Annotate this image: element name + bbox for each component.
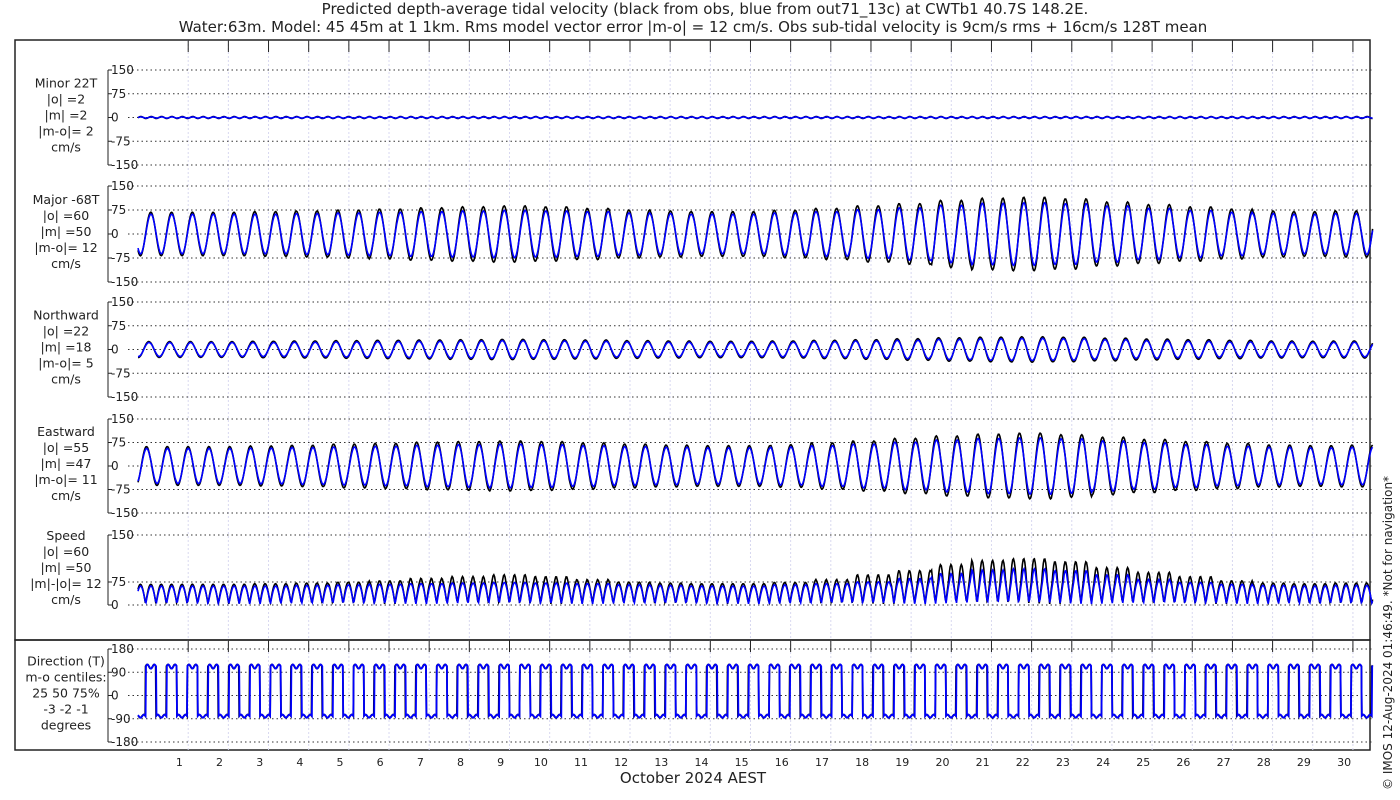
y-tick-label: 150 [111, 412, 134, 426]
x-tick-label: 7 [417, 756, 424, 769]
panel-label-northward: |m-o|= 5 [38, 356, 93, 371]
y-tick-label: 150 [111, 295, 134, 309]
x-tick-label: 27 [1217, 756, 1231, 769]
x-tick-label: 9 [497, 756, 504, 769]
y-tick-label: -180 [111, 735, 138, 749]
x-tick-label: 2 [216, 756, 223, 769]
y-tick-label: -75 [111, 134, 131, 148]
x-tick-label: 8 [457, 756, 464, 769]
y-tick-label: -150 [111, 275, 138, 289]
x-tick-label: 30 [1337, 756, 1351, 769]
x-tick-label: 19 [895, 756, 909, 769]
panel-label-speed: |m| =50 [41, 560, 92, 575]
model-series-eastward [137, 436, 1374, 496]
model-series-direction [137, 663, 1374, 719]
panel-label-speed: |o| =60 [43, 544, 89, 559]
x-tick-label: 17 [815, 756, 829, 769]
x-tick-label: 26 [1176, 756, 1190, 769]
x-tick-label: 13 [654, 756, 668, 769]
x-tick-label: 14 [694, 756, 708, 769]
x-tick-label: 16 [775, 756, 789, 769]
panel-label-eastward: |o| =55 [43, 440, 89, 455]
model-series-speed [137, 566, 1374, 607]
chart-title: Predicted depth-average tidal velocity (… [322, 0, 1089, 19]
x-tick-label: 28 [1257, 756, 1271, 769]
obs-series-northward [138, 335, 1374, 364]
y-tick-label: 75 [111, 436, 126, 450]
panel-label-direction: degrees [41, 718, 91, 733]
y-tick-label: 0 [111, 227, 119, 241]
x-tick-label: 5 [337, 756, 344, 769]
y-tick-label: 75 [111, 87, 126, 101]
panel-label-northward: |o| =22 [43, 324, 89, 339]
y-tick-label: 75 [111, 319, 126, 333]
x-tick-label: 12 [614, 756, 628, 769]
copyright-note: © IMOS 12-Aug-2024 01:46:49. *Not for na… [1381, 476, 1395, 790]
y-tick-label: 0 [111, 343, 119, 357]
panel-label-major: |o| =60 [43, 208, 89, 223]
panel-label-direction: m-o centiles: [25, 670, 106, 685]
panel-label-speed: |m|-|o|= 12 [30, 576, 102, 591]
panel-label-minor: |m| =2 [45, 108, 88, 123]
panel-label-major: |m| =50 [41, 224, 92, 239]
x-tick-label: 18 [855, 756, 869, 769]
y-tick-label: 90 [111, 665, 126, 679]
x-tick-label: 1 [176, 756, 183, 769]
panel-label-eastward: Eastward [37, 424, 95, 439]
y-tick-label: 75 [111, 575, 126, 589]
panel-label-direction: 25 50 75% [32, 686, 100, 701]
x-tick-label: 21 [976, 756, 990, 769]
y-tick-label: -150 [111, 390, 138, 404]
y-tick-label: 0 [111, 459, 119, 473]
x-tick-label: 23 [1056, 756, 1070, 769]
model-series-minor [137, 116, 1373, 119]
panel-label-eastward: |m| =47 [41, 456, 92, 471]
y-tick-label: -150 [111, 158, 138, 172]
chart-subtitle: Water:63m. Model: 45 45m at 1 1km. Rms m… [179, 18, 1208, 36]
panel-label-speed: cm/s [51, 592, 81, 607]
y-tick-label: 150 [111, 528, 134, 542]
y-tick-label: 180 [111, 642, 134, 656]
panel-label-northward: cm/s [51, 372, 81, 387]
x-tick-label: 20 [935, 756, 949, 769]
y-tick-label: -150 [111, 506, 138, 520]
panel-label-speed: Speed [46, 528, 85, 543]
x-tick-label: 6 [377, 756, 384, 769]
x-tick-label: 22 [1016, 756, 1030, 769]
y-tick-label: 75 [111, 203, 126, 217]
x-tick-label: 4 [296, 756, 303, 769]
chart-svg: Predicted depth-average tidal velocity (… [14, 0, 1395, 790]
x-tick-label: 24 [1096, 756, 1110, 769]
y-tick-label: -75 [111, 251, 131, 265]
y-tick-label: 0 [111, 598, 119, 612]
y-tick-label: -75 [111, 366, 131, 380]
panel-label-minor: |o| =2 [47, 92, 85, 107]
x-axis-label: October 2024 AEST [620, 769, 767, 787]
panel-label-northward: |m| =18 [41, 340, 92, 355]
y-tick-label: 150 [111, 63, 134, 77]
y-tick-label: 0 [111, 111, 119, 125]
panel-label-eastward: |m-o|= 11 [34, 472, 97, 487]
x-tick-label: 15 [735, 756, 749, 769]
x-tick-label: 25 [1136, 756, 1150, 769]
x-tick-label: 11 [574, 756, 588, 769]
panel-label-minor: Minor 22T [35, 76, 98, 91]
panel-label-major: Major -68T [33, 192, 100, 207]
x-tick-label: 3 [256, 756, 263, 769]
panel-label-northward: Northward [33, 308, 99, 323]
y-tick-label: -90 [111, 712, 131, 726]
panel-label-direction: Direction (T) [27, 654, 105, 669]
panel-label-direction: -3 -2 -1 [43, 702, 88, 717]
y-tick-label: 0 [111, 689, 119, 703]
y-tick-label: 150 [111, 179, 134, 193]
chart-figure: Predicted depth-average tidal velocity (… [0, 0, 1400, 800]
x-tick-label: 10 [534, 756, 548, 769]
panel-label-eastward: cm/s [51, 488, 81, 503]
panel-label-major: |m-o|= 12 [34, 240, 97, 255]
x-tick-label: 29 [1297, 756, 1311, 769]
panel-label-major: cm/s [51, 256, 81, 271]
panel-label-minor: |m-o|= 2 [38, 124, 93, 139]
panel-label-minor: cm/s [51, 140, 81, 155]
y-tick-label: -75 [111, 483, 131, 497]
